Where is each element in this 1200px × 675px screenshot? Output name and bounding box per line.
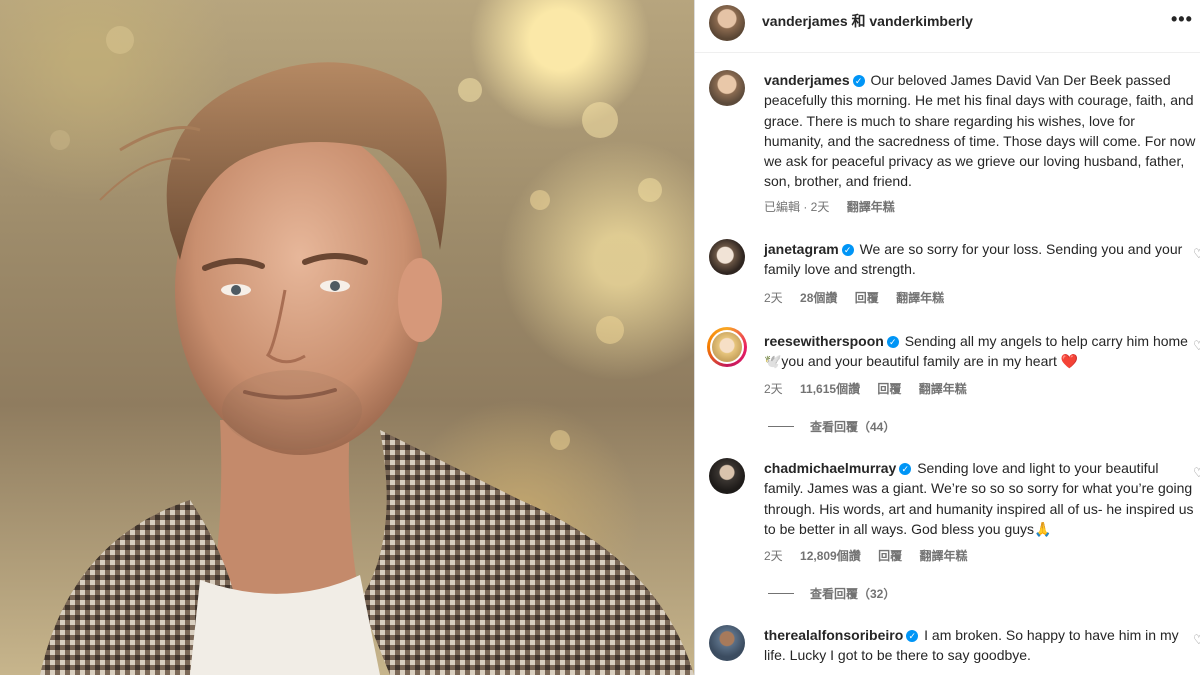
comment-username[interactable]: chadmichaelmurray [764, 460, 896, 476]
comment-username[interactable]: janetagram [764, 241, 839, 257]
comment-time: 2天 [764, 291, 783, 305]
comment-meta: 2天 11,615個讚 回覆 翻譯年糕 [764, 380, 981, 397]
comments-panel: vanderjames 和 vanderkimberly ••• vanderj… [695, 0, 1200, 675]
reply-button[interactable]: 回覆 [855, 291, 879, 305]
verified-badge-icon: ✓ [899, 463, 912, 475]
caption-text: Our beloved James David Van Der Beek pas… [764, 72, 1196, 190]
avatar[interactable] [709, 70, 745, 106]
view-replies-button[interactable]: 查看回覆（44） [768, 418, 895, 435]
comment-body: janetagram ✓ We are so sorry for your los… [764, 239, 1196, 280]
translate-button[interactable]: 翻譯年糕 [847, 200, 895, 214]
comment-meta: 2天 12,809個讚 回覆 翻譯年糕 [764, 547, 981, 564]
comment-username[interactable]: therealalfonsoribeiro [764, 627, 903, 643]
like-count[interactable]: 28個讚 [800, 291, 837, 305]
translate-button[interactable]: 翻譯年糕 [896, 291, 944, 305]
translate-button[interactable]: 翻譯年糕 [919, 549, 967, 563]
view-replies-button[interactable]: 查看回覆（32） [768, 585, 895, 602]
portrait-illustration [40, 26, 694, 675]
comment-username[interactable]: reesewitherspoon [764, 333, 884, 349]
verified-badge-icon: ✓ [841, 244, 854, 256]
caption-body: vanderjames ✓ Our beloved James David Van… [764, 70, 1196, 192]
view-replies-line [768, 426, 794, 427]
like-count[interactable]: 11,615個讚 [800, 382, 860, 396]
avatar[interactable] [709, 239, 745, 275]
comment-body: chadmichaelmurray ✓ Sending love and ligh… [764, 458, 1196, 539]
avatar-story-ring[interactable] [707, 327, 747, 367]
reply-button[interactable]: 回覆 [878, 549, 902, 563]
red-heart-emoji: ❤️ [1060, 353, 1079, 370]
post-author-title[interactable]: vanderjames 和 vanderkimberly [762, 11, 973, 31]
view-replies-label[interactable]: 查看回覆（44） [810, 418, 895, 435]
verified-badge-icon: ✓ [852, 75, 865, 87]
avatar[interactable] [709, 458, 745, 494]
avatar[interactable] [709, 625, 745, 661]
post-header: vanderjames 和 vanderkimberly ••• [695, 0, 1200, 53]
heart-outline-icon[interactable]: ♡ [1193, 632, 1200, 648]
more-options-icon[interactable]: ••• [1171, 9, 1193, 30]
heart-outline-icon[interactable]: ♡ [1193, 338, 1200, 354]
comment-body: therealalfonsoribeiro ✓ I am broken. So h… [764, 625, 1196, 666]
caption-meta: 已編輯 · 2天 翻譯年糕 [764, 198, 909, 215]
verified-badge-icon: ✓ [886, 336, 899, 348]
translate-button[interactable]: 翻譯年糕 [919, 382, 967, 396]
comment-body: reesewitherspoon ✓ Sending all my angels … [764, 331, 1196, 372]
caption-username[interactable]: vanderjames [764, 72, 850, 88]
caption-edited-time: 已編輯 · 2天 [764, 200, 830, 214]
comment-time: 2天 [764, 549, 783, 563]
reply-button[interactable]: 回覆 [877, 382, 901, 396]
view-replies-label[interactable]: 查看回覆（32） [810, 585, 895, 602]
like-count[interactable]: 12,809個讚 [800, 549, 861, 563]
avatar[interactable] [710, 330, 744, 364]
heart-outline-icon[interactable]: ♡ [1193, 246, 1200, 262]
post-photo [0, 0, 694, 675]
verified-badge-icon: ✓ [906, 630, 919, 642]
view-replies-line [768, 593, 794, 594]
heart-outline-icon[interactable]: ♡ [1193, 465, 1200, 481]
avatar[interactable] [709, 5, 745, 41]
comment-time: 2天 [764, 382, 783, 396]
comment-meta: 2天 28個讚 回覆 翻譯年糕 [764, 289, 958, 306]
